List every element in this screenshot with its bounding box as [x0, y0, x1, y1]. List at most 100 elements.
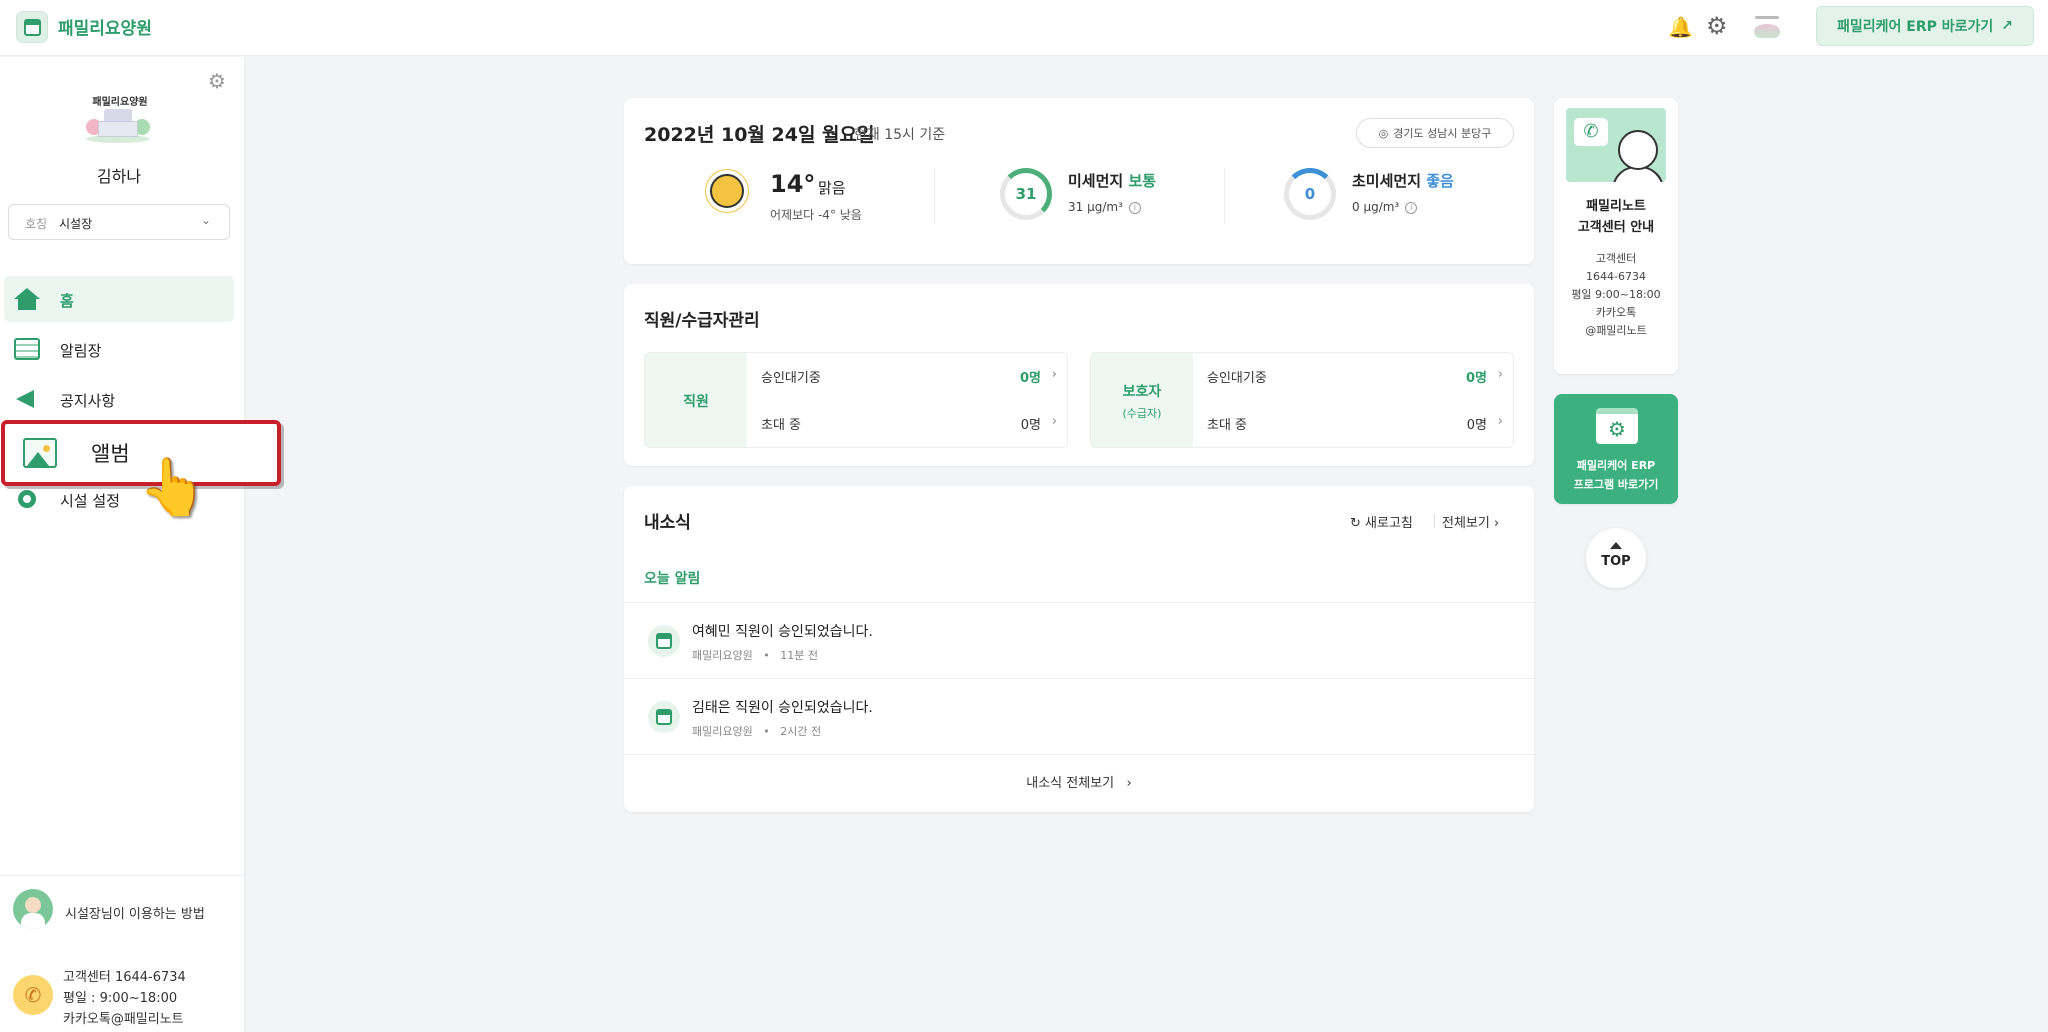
- staff-pending-row[interactable]: 승인대기중 0명 ›: [761, 367, 1057, 387]
- sidebar-divider: [0, 875, 245, 876]
- cs-info-line: 카카오톡: [1595, 306, 1637, 319]
- album-icon: [23, 438, 57, 468]
- notebook-icon: [14, 338, 40, 360]
- profile-settings-icon[interactable]: ⚙: [208, 69, 226, 93]
- list-item[interactable]: 여혜민 직원이 승인되었습니다. 패밀리요양원 • 11분 전: [624, 602, 1534, 678]
- cs-info-line: @패밀리노트: [1585, 324, 1647, 337]
- scroll-top-button[interactable]: TOP: [1586, 528, 1646, 588]
- weather-card: 2022년 10월 24일 월요일 현재 15시 기준 ◎ 경기도 성남시 분당…: [624, 98, 1534, 264]
- row-label: 초대 중: [761, 418, 802, 433]
- phone-icon: ✆: [13, 975, 53, 1015]
- guardian-invited-row[interactable]: 초대 중 0명 ›: [1207, 414, 1503, 434]
- refresh-button[interactable]: ↻ 새로고침: [1350, 512, 1413, 531]
- guardian-tag-label: 보호자: [1122, 384, 1162, 400]
- erp-program-button[interactable]: ⚙ 패밀리케어 ERP 프로그램 바로가기: [1554, 394, 1678, 504]
- today-label: 오늘 알림: [644, 571, 701, 587]
- cs-info-line: 고객센터: [1595, 252, 1637, 265]
- news-meta: 패밀리요양원 • 11분 전: [692, 647, 818, 663]
- sunny-icon: [710, 174, 744, 208]
- news-time: 2시간 전: [780, 725, 822, 738]
- chevron-right-icon: ›: [1118, 776, 1132, 791]
- view-all-link[interactable]: 전체보기 ›: [1442, 512, 1499, 531]
- arrow-up-icon: [1610, 542, 1622, 549]
- fine-dust-name: 미세먼지: [1068, 172, 1124, 190]
- fine-dust-amount: 31 μg/m³: [1068, 200, 1123, 214]
- gear-icon[interactable]: ⚙: [1706, 12, 1728, 40]
- info-icon[interactable]: i: [1405, 201, 1418, 214]
- refresh-icon: ↻: [1350, 516, 1361, 531]
- news-title: 여혜민 직원이 승인되었습니다.: [692, 624, 873, 640]
- temperature-comparison: 어제보다 -4° 낮음: [770, 208, 862, 222]
- guardian-box: 보호자 (수급자) 승인대기중 0명 › 초대 중 0명 ›: [1090, 352, 1514, 448]
- row-count: 0명: [1466, 418, 1487, 433]
- cs-title-line: 패밀리노트: [1586, 199, 1646, 214]
- cs-info-line: 1644-6734: [1586, 270, 1646, 283]
- brand-name[interactable]: 패밀리요양원: [58, 14, 152, 39]
- logo-icon[interactable]: [16, 11, 48, 43]
- sidebar-item-label: 홈: [60, 292, 74, 310]
- scroll-top-label: TOP: [1601, 554, 1631, 569]
- row-label: 승인대기중: [761, 371, 821, 386]
- news-view-all-button[interactable]: 내소식 전체보기 ›: [624, 754, 1534, 812]
- usage-guide-link[interactable]: 시설장님이 이용하는 방법: [65, 903, 205, 922]
- chevron-down-icon: ⌄: [200, 213, 211, 227]
- customer-center-card: ✆ 패밀리노트 고객센터 안내 고객센터 1644-6734 평일 9:00~1…: [1554, 98, 1678, 374]
- row-label: 초대 중: [1207, 418, 1248, 433]
- guide-avatar[interactable]: [13, 889, 53, 929]
- profile-avatar[interactable]: [1750, 14, 1784, 42]
- facility-logo: [86, 109, 150, 143]
- news-source: 패밀리요양원: [692, 725, 753, 738]
- home-icon: [14, 288, 40, 310]
- staff-box: 직원 승인대기중 0명 › 초대 중 0명 ›: [644, 352, 1068, 448]
- current-date: 2022년 10월 24일 월요일: [644, 124, 875, 146]
- list-item[interactable]: 김태은 직원이 승인되었습니다. 패밀리요양원 • 2시간 전: [624, 678, 1534, 754]
- news-title: 김태은 직원이 승인되었습니다.: [692, 700, 873, 716]
- chevron-right-icon: ›: [1493, 516, 1500, 531]
- facility-icon: [648, 625, 680, 657]
- chevron-right-icon: ›: [1497, 367, 1503, 382]
- role-select[interactable]: 호칭 시설장 ⌄: [8, 204, 230, 240]
- weather-basis-time: 현재 15시 기준: [854, 127, 946, 143]
- weather-condition: 맑음: [818, 179, 846, 197]
- ultrafine-dust-value: 0 μg/m³ i: [1352, 200, 1418, 214]
- chevron-right-icon: ›: [1051, 367, 1057, 382]
- location-label: 경기도 성남시 분당구: [1393, 127, 1492, 140]
- guardian-pending-row[interactable]: 승인대기중 0명 ›: [1207, 367, 1503, 387]
- sidebar-item-home[interactable]: 홈: [4, 276, 234, 322]
- role-label: 호칭: [25, 217, 48, 231]
- staff-management-card: 직원/수급자관리 직원 승인대기중 0명 › 초대 중 0명 › 보호자 (수급…: [624, 284, 1534, 466]
- headset-operator-icon: ✆: [1566, 108, 1666, 182]
- erp-shortcut-label: 패밀리케어 ERP 바로가기: [1836, 19, 1994, 35]
- news-card: 내소식 ↻ 새로고침 전체보기 › 오늘 알림 여혜민 직원이 승인되었습니다.…: [624, 486, 1534, 812]
- location-target-icon: ◎: [1378, 126, 1389, 140]
- erp-line: 프로그램 바로가기: [1573, 478, 1659, 491]
- external-link-icon: ↗: [2001, 18, 2013, 34]
- staff-invited-row[interactable]: 초대 중 0명 ›: [761, 414, 1057, 434]
- settings-icon: [14, 488, 40, 510]
- meta-dot: •: [756, 649, 777, 662]
- ultrafine-dust-status: 좋음: [1426, 172, 1454, 190]
- fine-dust-status: 보통: [1128, 172, 1157, 190]
- bell-icon[interactable]: 🔔: [1668, 15, 1693, 39]
- divider: [934, 168, 935, 224]
- section-title: 내소식: [644, 513, 691, 533]
- sidebar-item-label: 알림장: [60, 342, 102, 360]
- sidebar-item-notice[interactable]: 공지사항: [4, 376, 234, 422]
- meta-dot: •: [756, 725, 777, 738]
- user-name: 김하나: [96, 167, 142, 186]
- cs-title-line: 고객센터 안내: [1577, 220, 1655, 235]
- location-button[interactable]: ◎ 경기도 성남시 분당구: [1356, 118, 1514, 148]
- erp-shortcut-button[interactable]: 패밀리케어 ERP 바로가기 ↗: [1816, 6, 2034, 46]
- fine-dust-title: 미세먼지 보통: [1068, 170, 1156, 191]
- news-source: 패밀리요양원: [692, 649, 753, 662]
- cs-phone: 고객센터 1644-6734: [63, 970, 186, 985]
- erp-program-label: 패밀리케어 ERP 프로그램 바로가기: [1554, 456, 1678, 494]
- fine-dust-value: 31 μg/m³ i: [1068, 200, 1141, 214]
- customer-center-info: 고객센터 1644-6734 평일 : 9:00~18:00 카카오톡@패밀리노…: [63, 967, 186, 1030]
- info-icon[interactable]: i: [1128, 201, 1141, 214]
- megaphone-icon: [14, 388, 40, 410]
- sidebar-item-label: 공지사항: [60, 392, 116, 410]
- sidebar-item-notebook[interactable]: 알림장: [4, 326, 234, 372]
- cs-kakao: 카카오톡@패밀리노트: [63, 1012, 184, 1027]
- chevron-right-icon: ›: [1051, 414, 1057, 429]
